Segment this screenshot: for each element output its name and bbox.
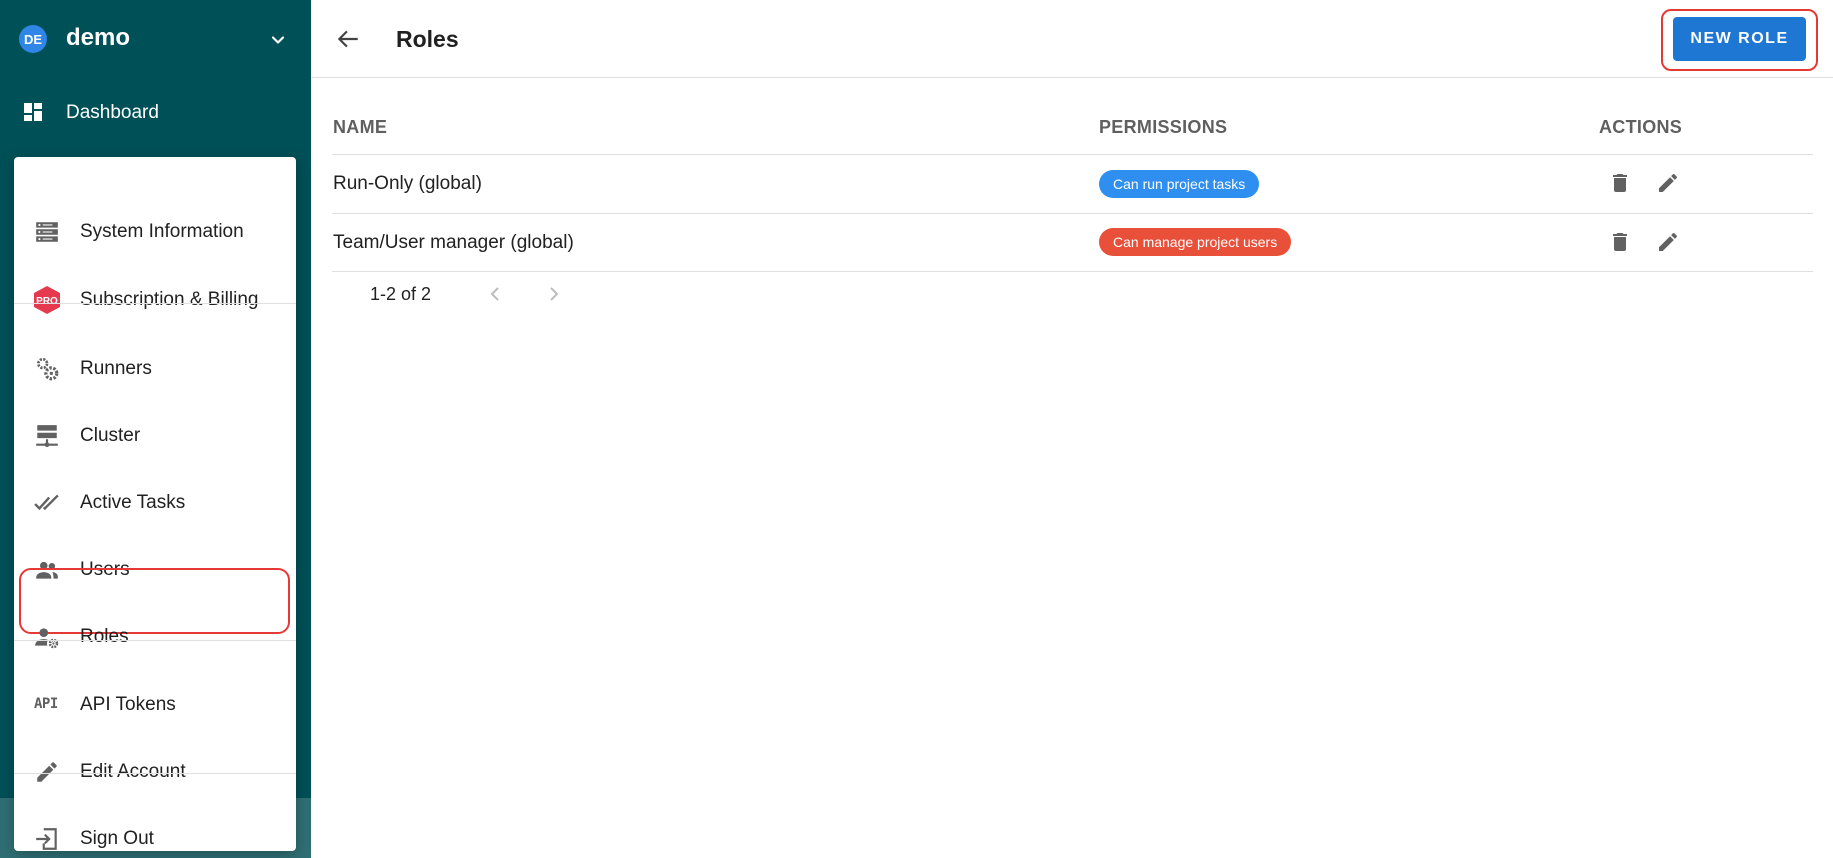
pro-badge-text: PRO <box>36 296 58 307</box>
permission-chip: Can manage project users <box>1099 228 1292 256</box>
workspace-switcher[interactable]: DE demo <box>0 0 311 78</box>
api-icon: API <box>34 696 58 712</box>
menu-item-label: Cluster <box>80 425 141 446</box>
user-cog-icon <box>35 628 59 649</box>
menu-item-runners[interactable]: Runners <box>14 339 296 397</box>
trash-icon[interactable] <box>1608 171 1632 195</box>
new-role-button[interactable]: NEW ROLE <box>1673 17 1806 61</box>
pro-icon: PRO <box>34 286 60 314</box>
chevron-left-icon[interactable] <box>483 282 507 306</box>
nav-item-label: Dashboard <box>66 102 159 123</box>
menu-item-label: System Information <box>80 221 244 242</box>
menu-item-label: Runners <box>80 358 152 379</box>
menu-divider <box>14 773 296 774</box>
menu-item-label: Subscription & Billing <box>80 289 259 310</box>
double-check-icon <box>34 494 59 511</box>
table-divider <box>332 154 1813 155</box>
trash-icon[interactable] <box>1608 230 1632 254</box>
menu-item-roles[interactable]: Roles <box>14 607 296 665</box>
menu-item-subscription-billing[interactable]: PRO Subscription & Billing <box>14 270 296 328</box>
nav-item-dashboard[interactable]: Dashboard <box>0 90 311 134</box>
edit-icon[interactable] <box>1656 171 1680 195</box>
page-title: Roles <box>396 26 459 52</box>
sign-out-icon <box>36 828 57 850</box>
menu-item-label: Sign Out <box>80 828 154 849</box>
column-header-name[interactable]: NAME <box>333 117 387 138</box>
page-header: Roles NEW ROLE <box>311 0 1833 78</box>
arrow-back-icon[interactable] <box>335 26 361 52</box>
table-divider <box>332 271 1813 272</box>
menu-item-label: Active Tasks <box>80 492 186 513</box>
edit-icon[interactable] <box>1656 230 1680 254</box>
menu-item-edit-account[interactable]: Edit Account <box>14 742 296 800</box>
menu-item-system-information[interactable]: System Information <box>14 202 296 260</box>
menu-item-label: Roles <box>80 626 129 647</box>
dashboard-icon <box>24 103 42 121</box>
menu-item-label: Edit Account <box>80 761 186 782</box>
server-icon <box>36 222 58 242</box>
cluster-icon <box>36 425 58 448</box>
workspace-avatar: DE <box>19 25 47 53</box>
chevron-right-icon[interactable] <box>542 282 566 306</box>
menu-item-cluster[interactable]: Cluster <box>14 406 296 464</box>
column-header-permissions[interactable]: PERMISSIONS <box>1099 117 1227 138</box>
menu-item-sign-out[interactable]: Sign Out <box>14 809 296 858</box>
menu-item-active-tasks[interactable]: Active Tasks <box>14 473 296 531</box>
menu-item-label: API Tokens <box>80 694 176 715</box>
column-header-actions: ACTIONS <box>1599 117 1683 137</box>
workspace-name: demo <box>66 24 131 51</box>
table-divider <box>332 213 1813 214</box>
chevron-down-icon[interactable] <box>268 30 288 50</box>
role-name: Run-Only (global) <box>333 173 482 194</box>
menu-divider <box>14 303 296 304</box>
pencil-icon <box>37 762 57 782</box>
gears-icon <box>36 357 59 381</box>
pagination-range: 1-2 of 2 <box>370 284 432 304</box>
admin-menu: System Information PRO Subscription & Bi… <box>14 157 296 851</box>
menu-item-api-tokens[interactable]: API API Tokens <box>14 675 296 733</box>
menu-divider <box>14 640 296 641</box>
role-name: Team/User manager (global) <box>333 232 574 253</box>
permission-chip: Can run project tasks <box>1099 170 1260 198</box>
